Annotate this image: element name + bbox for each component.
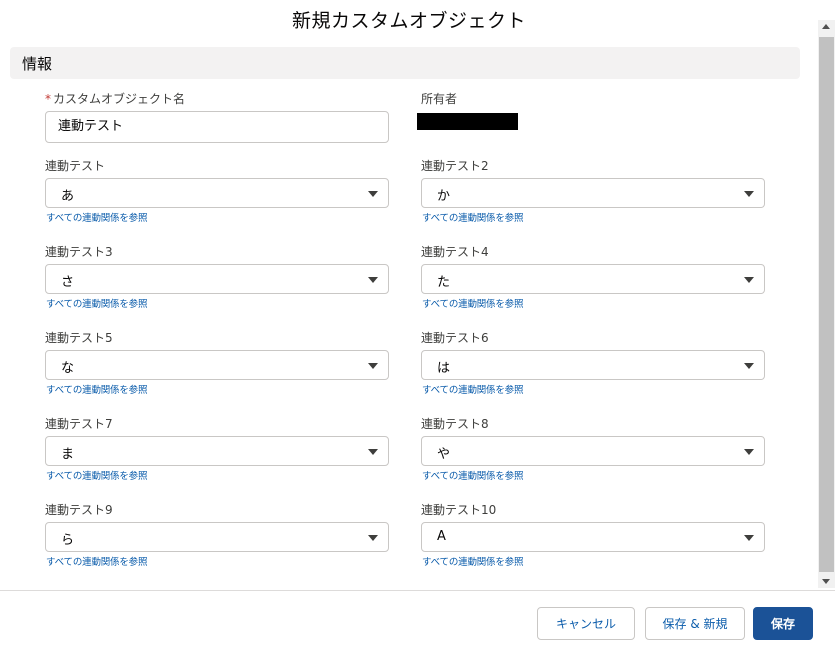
modal-body: 情報 * カスタムオブジェクト名 連動テスト 所有者 連動テスト あ すべての連動… bbox=[0, 38, 818, 590]
picklist-value-6: は bbox=[437, 361, 451, 376]
picklist-select-5[interactable]: な bbox=[45, 350, 389, 380]
dropdown-caret-icon bbox=[368, 363, 378, 369]
picklist-label-5: 連動テスト5 bbox=[45, 331, 113, 345]
scroll-up-arrow-icon[interactable] bbox=[822, 24, 830, 29]
picklist-value-8: や bbox=[437, 447, 451, 462]
picklist-select-10[interactable]: A bbox=[421, 522, 765, 552]
owner-value-redacted bbox=[417, 113, 518, 130]
dropdown-caret-icon bbox=[744, 191, 754, 197]
save-button[interactable]: 保存 bbox=[753, 607, 813, 640]
view-dependencies-link-2[interactable]: すべての連動関係を参照 bbox=[422, 210, 523, 224]
view-dependencies-link-5[interactable]: すべての連動関係を参照 bbox=[46, 382, 147, 396]
view-dependencies-link-8[interactable]: すべての連動関係を参照 bbox=[422, 468, 523, 482]
dropdown-caret-icon bbox=[744, 449, 754, 455]
picklist-label-9: 連動テスト9 bbox=[45, 503, 113, 517]
picklist-select-7[interactable]: ま bbox=[45, 436, 389, 466]
dropdown-caret-icon bbox=[368, 277, 378, 283]
picklist-label-6: 連動テスト6 bbox=[421, 331, 489, 345]
picklist-label-8: 連動テスト8 bbox=[421, 417, 489, 431]
custom-object-name-label: * カスタムオブジェクト名 bbox=[45, 90, 185, 107]
picklist-label-2: 連動テスト2 bbox=[421, 159, 489, 173]
picklist-label-1: 連動テスト bbox=[45, 159, 106, 173]
picklist-select-3[interactable]: さ bbox=[45, 264, 389, 294]
picklist-label-10: 連動テスト10 bbox=[421, 503, 497, 517]
dropdown-caret-icon bbox=[368, 535, 378, 541]
modal-title: 新規カスタムオブジェクト bbox=[291, 10, 526, 32]
dropdown-caret-icon bbox=[368, 191, 378, 197]
view-dependencies-link-1[interactable]: すべての連動関係を参照 bbox=[46, 210, 147, 224]
picklist-value-7: ま bbox=[61, 447, 75, 462]
scrollbar-thumb[interactable] bbox=[819, 37, 834, 572]
view-dependencies-link-4[interactable]: すべての連動関係を参照 bbox=[422, 296, 523, 310]
owner-label: 所有者 bbox=[421, 92, 458, 106]
picklist-value-1: あ bbox=[61, 189, 75, 204]
picklist-select-6[interactable]: は bbox=[421, 350, 765, 380]
picklist-select-2[interactable]: か bbox=[421, 178, 765, 208]
picklist-select-4[interactable]: た bbox=[421, 264, 765, 294]
picklist-label-4: 連動テスト4 bbox=[421, 245, 489, 259]
modal-header: 新規カスタムオブジェクト bbox=[0, 0, 818, 38]
picklist-label-3: 連動テスト3 bbox=[45, 245, 113, 259]
dropdown-caret-icon bbox=[744, 535, 754, 541]
section-header-info[interactable]: 情報 bbox=[10, 47, 800, 79]
view-dependencies-link-3[interactable]: すべての連動関係を参照 bbox=[46, 296, 147, 310]
view-dependencies-link-9[interactable]: すべての連動関係を参照 bbox=[46, 554, 147, 568]
picklist-select-8[interactable]: や bbox=[421, 436, 765, 466]
dropdown-caret-icon bbox=[744, 277, 754, 283]
picklist-value-2: か bbox=[437, 189, 451, 204]
modal-footer: キャンセル 保存 & 新規 保存 bbox=[0, 590, 835, 652]
picklist-value-5: な bbox=[61, 361, 75, 376]
picklist-value-3: さ bbox=[61, 275, 75, 290]
section-title: 情報 bbox=[22, 55, 53, 73]
picklist-value-10: A bbox=[437, 529, 446, 544]
vertical-scrollbar[interactable] bbox=[818, 20, 835, 588]
custom-object-name-input[interactable]: 連動テスト bbox=[45, 111, 389, 143]
cancel-button[interactable]: キャンセル bbox=[537, 607, 635, 640]
scroll-down-arrow-icon[interactable] bbox=[822, 579, 830, 584]
view-dependencies-link-6[interactable]: すべての連動関係を参照 bbox=[422, 382, 523, 396]
dropdown-caret-icon bbox=[744, 363, 754, 369]
save-and-new-button[interactable]: 保存 & 新規 bbox=[645, 607, 745, 640]
view-dependencies-link-10[interactable]: すべての連動関係を参照 bbox=[422, 554, 523, 568]
dropdown-caret-icon bbox=[368, 449, 378, 455]
required-mark: * bbox=[45, 92, 51, 106]
picklist-select-9[interactable]: ら bbox=[45, 522, 389, 552]
picklist-value-4: た bbox=[437, 275, 451, 290]
view-dependencies-link-7[interactable]: すべての連動関係を参照 bbox=[46, 468, 147, 482]
picklist-select-1[interactable]: あ bbox=[45, 178, 389, 208]
custom-object-name-label-text: カスタムオブジェクト名 bbox=[53, 92, 186, 106]
picklist-label-7: 連動テスト7 bbox=[45, 417, 113, 431]
picklist-value-9: ら bbox=[61, 533, 75, 548]
